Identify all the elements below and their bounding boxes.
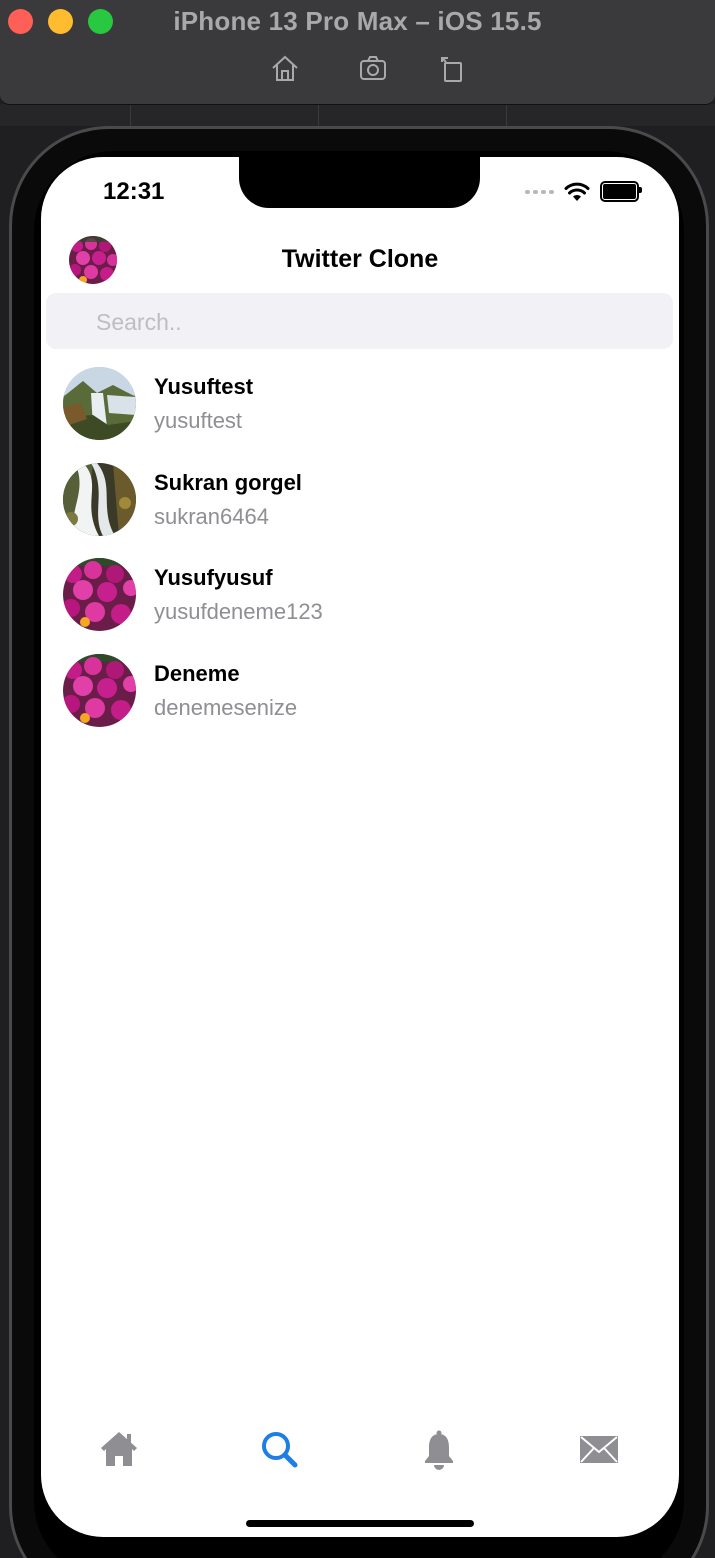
simulator-titlebar: iPhone 13 Pro Max – iOS 15.5: [0, 0, 715, 105]
wifi-icon: [564, 182, 590, 202]
battery-icon: [600, 181, 642, 202]
tab-bar: [41, 1419, 679, 1479]
screenshot-icon[interactable]: [355, 50, 391, 86]
user-row[interactable]: Yusufyusuf yusufdeneme123: [41, 548, 679, 643]
notch: [239, 157, 480, 208]
search-icon: [262, 1432, 298, 1468]
user-row[interactable]: Yusuftest yusuftest: [41, 357, 679, 452]
user-row[interactable]: Deneme denemesenize: [41, 644, 679, 739]
user-avatar: [63, 654, 136, 727]
user-avatar: [63, 367, 136, 440]
rotate-icon[interactable]: [434, 50, 470, 86]
user-handle: yusuftest: [154, 408, 243, 433]
tab-notifications[interactable]: [409, 1419, 469, 1479]
home-indicator[interactable]: [246, 1520, 474, 1527]
home-icon: [101, 1432, 137, 1466]
user-name: Yusufyusuf: [154, 565, 273, 590]
page-title: Twitter Clone: [281, 245, 439, 273]
user-avatar: [63, 558, 136, 631]
search-bar[interactable]: [46, 293, 673, 351]
tab-messages[interactable]: [569, 1419, 629, 1479]
phone-screen: 12:31 Twitter Clone Search.. Yusuftest y…: [41, 157, 679, 1537]
bell-icon: [425, 1430, 453, 1470]
tab-home[interactable]: [89, 1419, 149, 1479]
user-avatar: [63, 463, 136, 536]
nav-header: Twitter Clone: [41, 232, 679, 292]
cellular-signal-icon: [525, 189, 554, 194]
user-row[interactable]: Sukran gorgel sukran6464: [41, 453, 679, 548]
user-name: Sukran gorgel: [154, 470, 302, 495]
window-title: iPhone 13 Pro Max – iOS 15.5: [173, 6, 542, 36]
home-icon[interactable]: [267, 50, 303, 86]
user-handle: yusufdeneme123: [154, 599, 323, 624]
user-handle: sukran6464: [154, 504, 269, 529]
status-time: 12:31: [103, 178, 165, 205]
user-name: Yusuftest: [154, 374, 254, 399]
envelope-icon: [580, 1436, 618, 1463]
tab-search[interactable]: [249, 1419, 309, 1479]
status-icons: [525, 181, 642, 202]
user-handle: denemesenize: [154, 695, 298, 720]
user-name: Deneme: [154, 661, 240, 686]
background-strip: [0, 104, 715, 126]
search-input[interactable]: [94, 293, 658, 351]
simulator-window: iPhone 13 Pro Max – iOS 15.5 12:31 Twitt…: [0, 0, 715, 1558]
